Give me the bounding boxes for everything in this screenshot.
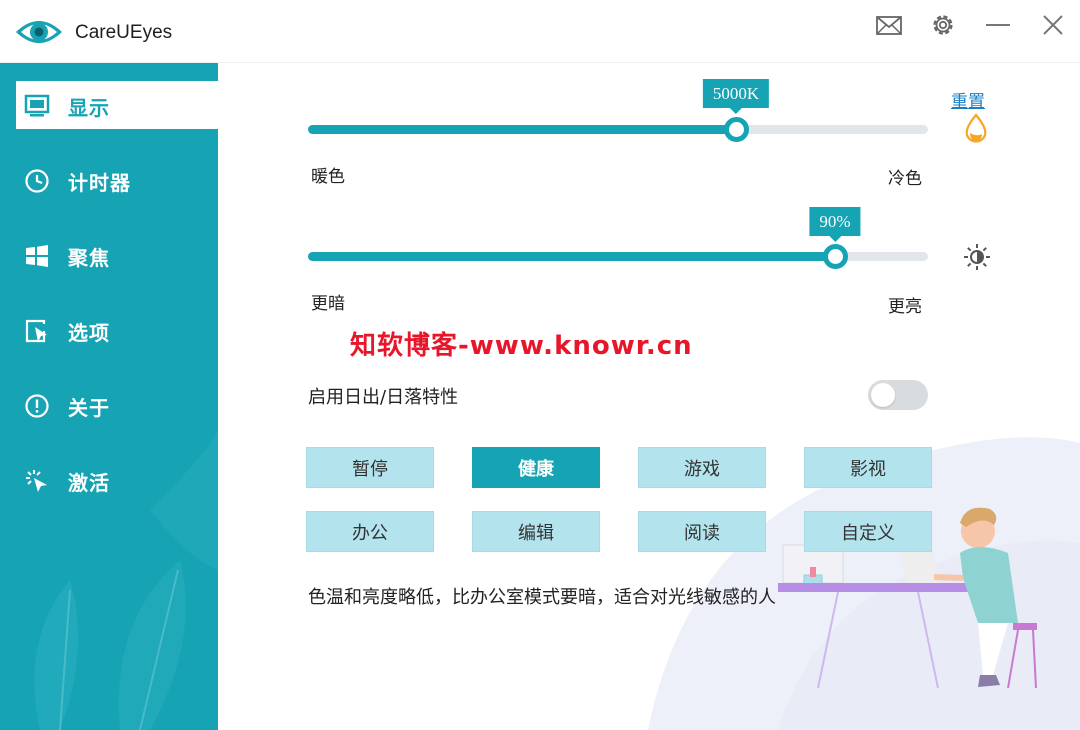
sidebar-item-options[interactable]: 选项	[0, 306, 218, 354]
mode-button-movie[interactable]: 影视	[804, 447, 932, 488]
brighter-label: 更亮	[888, 297, 922, 317]
sidebar-item-display[interactable]: 显示	[16, 81, 218, 129]
windows-icon	[24, 243, 50, 269]
sidebar-item-about[interactable]: 关于	[0, 381, 218, 429]
mail-icon	[876, 16, 902, 35]
mode-description: 色温和亮度略低，比办公室模式要暗，适合对光线敏感的人	[308, 587, 776, 608]
eye-logo-icon	[16, 21, 62, 43]
monitor-icon	[24, 93, 50, 119]
cool-label: 冷色	[888, 169, 922, 189]
mode-button-pause[interactable]: 暂停	[306, 447, 434, 488]
close-icon	[1043, 15, 1063, 35]
brightness-slider-fill	[308, 252, 835, 261]
mode-button-game[interactable]: 游戏	[638, 447, 766, 488]
temperature-value-tooltip: 5000K	[702, 79, 770, 114]
display-panel: 5000K 暖色 冷色 重置 90% 更暗 更亮 知软博客-www.knowr.…	[218, 63, 1080, 730]
options-icon	[24, 318, 50, 344]
sunset-toggle[interactable]	[868, 380, 928, 410]
mode-button-health[interactable]: 健康	[472, 447, 600, 488]
darker-label: 更暗	[311, 294, 345, 314]
temperature-slider-thumb[interactable]	[724, 117, 749, 142]
brightness-value-tooltip: 90%	[809, 207, 861, 242]
sidebar-item-label: 关于	[68, 396, 110, 420]
warm-label: 暖色	[311, 167, 345, 187]
sidebar-item-label: 聚焦	[68, 246, 110, 270]
sidebar: 显示 计时器 聚焦 选项 关于 激活	[0, 63, 218, 730]
minimize-icon	[986, 24, 1010, 26]
info-icon	[24, 393, 50, 419]
brightness-slider[interactable]	[308, 244, 928, 269]
brightness-slider-thumb[interactable]	[823, 244, 848, 269]
minimize-button[interactable]	[980, 10, 1016, 40]
reset-link[interactable]: 重置	[951, 87, 985, 112]
mode-button-office[interactable]: 办公	[306, 511, 434, 552]
mode-button-edit[interactable]: 编辑	[472, 511, 600, 552]
mode-button-reading[interactable]: 阅读	[638, 511, 766, 552]
sunset-feature-label: 启用日出/日落特性	[308, 387, 459, 408]
app-title: CareUEyes	[75, 22, 173, 43]
watermark-text: 知软博客-www.knowr.cn	[350, 331, 693, 361]
activate-icon	[24, 468, 50, 494]
feedback-button[interactable]	[871, 10, 907, 40]
clock-icon	[24, 168, 50, 194]
toggle-knob	[871, 383, 895, 407]
settings-button[interactable]	[925, 10, 961, 40]
temperature-slider-fill	[308, 125, 736, 134]
color-temperature-drop-icon	[965, 113, 987, 143]
close-button[interactable]	[1035, 10, 1071, 40]
sidebar-item-label: 计时器	[68, 171, 131, 195]
title-bar: CareUEyes	[0, 0, 1080, 63]
sidebar-item-focus[interactable]: 聚焦	[0, 231, 218, 279]
mode-button-custom[interactable]: 自定义	[804, 511, 932, 552]
gear-icon	[933, 15, 953, 35]
leaf-decoration	[34, 430, 218, 730]
sidebar-item-label: 激活	[68, 471, 110, 495]
sidebar-item-activate[interactable]: 激活	[0, 456, 218, 504]
temperature-slider[interactable]	[308, 117, 928, 142]
brightness-icon	[964, 244, 990, 270]
sidebar-item-timer[interactable]: 计时器	[0, 156, 218, 204]
sidebar-item-label: 显示	[68, 96, 110, 120]
sidebar-item-label: 选项	[68, 321, 110, 345]
